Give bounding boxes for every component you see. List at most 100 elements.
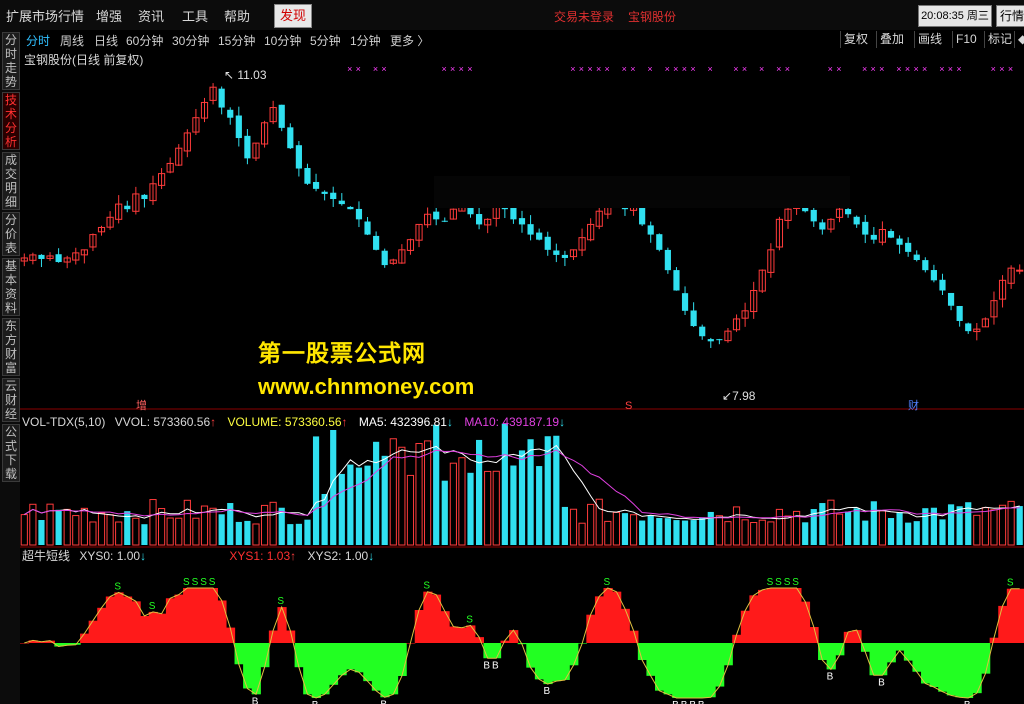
draw-line-button[interactable]: 画线: [914, 31, 945, 48]
oscillator-bar: [869, 643, 879, 676]
quote-tab[interactable]: 行情: [996, 5, 1024, 27]
volume-bar: [561, 506, 568, 545]
side-tab-intraday[interactable]: 分时走势: [2, 32, 20, 90]
marker-x: ×: [570, 64, 575, 74]
oscillator-bar: [938, 643, 948, 692]
menu-enhance[interactable]: 增强: [96, 6, 122, 25]
side-tab-technical[interactable]: 技术分析: [2, 92, 20, 150]
candle: [673, 267, 680, 291]
volume-bar: [664, 518, 671, 545]
marker-x: ×: [347, 64, 352, 74]
menu-news[interactable]: 资讯: [138, 6, 164, 25]
menu-extended-market[interactable]: 扩展市场行情: [6, 6, 84, 25]
volume-bar: [373, 441, 380, 545]
oscillator-bar: [655, 643, 665, 691]
oscillator-bar: [1006, 588, 1017, 643]
oscillator-bar: [200, 588, 210, 643]
volume-bar: [441, 480, 448, 545]
period-15min[interactable]: 15分钟: [218, 32, 255, 49]
event-marker-finance[interactable]: 财: [908, 398, 919, 412]
side-tab-eastmoney[interactable]: 东方财富: [2, 318, 20, 376]
period-intraday[interactable]: 分时: [26, 32, 50, 49]
oscillator-bar: [603, 588, 613, 643]
event-marker-sell[interactable]: S: [625, 400, 632, 412]
adjust-button[interactable]: 复权: [840, 31, 871, 48]
chart-title: 宝钢股份(日线 前复权): [24, 52, 143, 67]
oscillator-bar: [80, 633, 90, 643]
buy-signal: B: [827, 671, 834, 682]
marker-x: ×: [785, 64, 790, 74]
buy-signal: B: [492, 660, 499, 671]
side-tab-trade-detail[interactable]: 成交明细: [2, 152, 20, 210]
oscillator-bar: [732, 634, 742, 643]
oscillator-bar: [217, 600, 227, 643]
marker-x: ×: [991, 64, 996, 74]
volume-bar: [647, 515, 654, 545]
occlusion-block: [434, 176, 850, 208]
buy-signal: B: [483, 660, 490, 671]
discover-tab[interactable]: 发现: [274, 4, 312, 28]
volume-bar: [501, 423, 508, 545]
oscillator-bar: [921, 643, 931, 684]
period-30min[interactable]: 30分钟: [172, 32, 209, 49]
trade-status[interactable]: 交易未登录: [554, 8, 614, 25]
oscillator-bar: [380, 643, 390, 698]
oscillator-bar: [328, 643, 339, 685]
buy-signal: B: [964, 700, 971, 704]
candle: [278, 104, 285, 132]
period-5min[interactable]: 5分钟: [310, 32, 341, 49]
menu-tools[interactable]: 工具: [182, 6, 208, 25]
volume-bar: [321, 493, 328, 545]
volume-value: VOLUME: 573360.56: [227, 415, 341, 429]
oscillator-bar: [800, 601, 811, 643]
oscillator-bar: [165, 598, 176, 643]
volume-bar: [870, 501, 877, 545]
vol-indicator-name: VOL-TDX(5,10): [22, 415, 105, 429]
marker-x: ×: [776, 64, 781, 74]
side-tab-fundamentals[interactable]: 基本资料: [2, 258, 20, 316]
sell-signal: S: [183, 577, 190, 588]
oscillator-bar: [818, 643, 828, 661]
sell-signal: S: [1007, 578, 1014, 589]
oscillator-bar: [895, 643, 905, 651]
xys1-value: XYS1: 1.03: [229, 549, 290, 563]
period-1min[interactable]: 1分钟: [350, 32, 381, 49]
oscillator-bar: [114, 592, 124, 643]
oscillator-bar: [277, 607, 287, 643]
period-day[interactable]: 日线: [94, 32, 118, 49]
mark-button[interactable]: 标记: [984, 31, 1015, 48]
volume-bar: [347, 464, 354, 545]
oscillator-bar: [998, 605, 1008, 643]
diamond-icon[interactable]: ◆: [1014, 31, 1024, 48]
overlay-button[interactable]: 叠加: [876, 31, 907, 48]
marker-x: ×: [647, 64, 652, 74]
oscillator-bar: [672, 643, 682, 698]
f10-button[interactable]: F10: [952, 31, 980, 48]
side-tab-price-table[interactable]: 分价表: [2, 212, 20, 256]
marker-x: ×: [665, 64, 670, 74]
period-60min[interactable]: 60分钟: [126, 32, 163, 49]
side-tab-formula-download[interactable]: 公式下载: [2, 424, 20, 482]
volume-bar: [639, 520, 646, 545]
buy-signal: B: [672, 700, 679, 704]
volume-bar: [853, 508, 860, 545]
oscillator-bar: [663, 643, 673, 695]
event-marker-increase[interactable]: 增: [136, 398, 147, 412]
period-week[interactable]: 周线: [60, 32, 84, 49]
oscillator-bar: [148, 611, 158, 643]
oscillator-bar: [320, 643, 330, 695]
period-more[interactable]: 更多 〉: [390, 32, 429, 49]
side-tab-cloud-finance[interactable]: 云财经: [2, 378, 20, 422]
xys0-value: XYS0: 1.00: [79, 549, 140, 563]
marker-x: ×: [913, 64, 918, 74]
marker-x: ×: [948, 64, 953, 74]
volume-bar: [381, 455, 388, 545]
volume-bar: [287, 524, 294, 545]
marker-x: ×: [682, 64, 687, 74]
sell-signal: S: [775, 577, 782, 588]
period-10min[interactable]: 10分钟: [264, 32, 301, 49]
menu-help[interactable]: 帮助: [224, 6, 250, 25]
kline-chart[interactable]: 宝钢股份(日线 前复权) × × × × × × × × × × × × × × × × × × × × × × × × × × ×…: [20, 50, 1024, 704]
marker-x: ×: [356, 64, 361, 74]
side-tab-strip: 分时走势 技术分析 成交明细 分价表 基本资料 东方财富 云财经 公式下载: [0, 30, 20, 704]
